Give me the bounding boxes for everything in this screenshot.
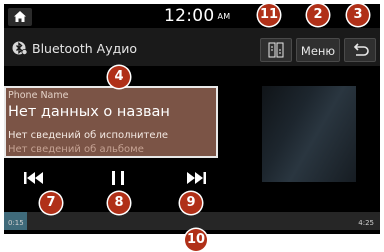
callout-badge: 2 [307,4,329,26]
list-button[interactable] [260,38,292,62]
home-button[interactable] [8,8,32,26]
callout-badge: 8 [108,192,130,214]
callout-badge: 11 [258,4,280,26]
callout-badge: 4 [108,66,130,88]
track-title: Нет данных о назван [8,104,170,120]
phone-name: Phone Name [8,90,69,101]
title-bar: Bluetooth Аудио Меню [4,28,380,66]
previous-track-icon [24,172,43,184]
track-artist: Нет сведений об исполнителе [8,130,169,141]
callout-badge: 10 [185,229,207,251]
list-icon [268,42,284,58]
home-icon [14,11,26,22]
back-button[interactable] [344,38,376,62]
previous-track-button[interactable] [16,164,52,192]
bluetooth-icon [12,41,28,55]
callout-badge: 3 [347,4,369,26]
progress-bar[interactable] [4,212,380,230]
total-time: 4:25 [358,219,374,227]
next-track-icon [187,172,206,184]
album-art [262,86,356,182]
clock: 12:00 AM [164,6,230,26]
track-info-panel: Phone Name Нет данных о назван Нет сведе… [4,86,218,158]
pause-button[interactable] [100,164,136,192]
callout-badge: 9 [180,192,202,214]
elapsed-time: 0:15 [8,219,24,227]
next-track-button[interactable] [178,164,214,192]
track-album: Нет сведений об альбоме [8,144,144,155]
back-icon [353,43,369,56]
clock-ampm: AM [217,12,231,21]
menu-button[interactable]: Меню [296,38,340,62]
source-title: Bluetooth Аудио [32,41,138,56]
clock-time: 12:00 [164,6,215,26]
callout-badge: 7 [40,192,62,214]
pause-icon [112,171,124,185]
